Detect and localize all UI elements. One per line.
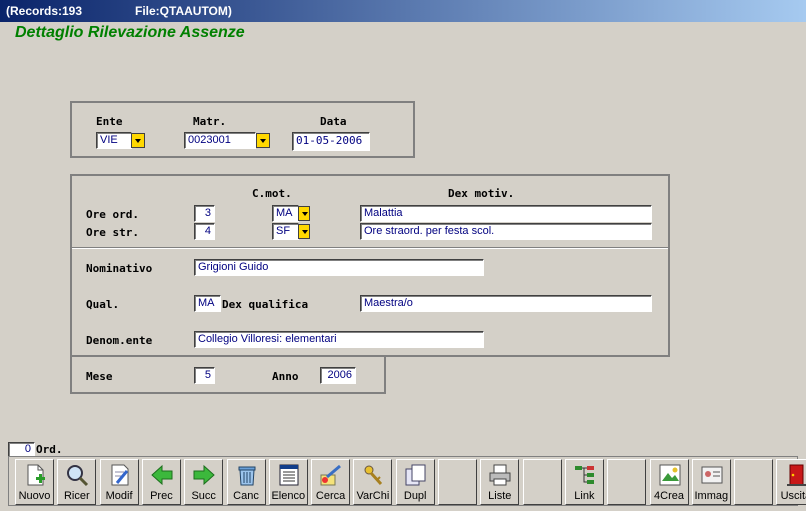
ore-str-code-select[interactable]: SF (272, 223, 299, 240)
ore-str-field[interactable]: 4 (194, 223, 215, 240)
ore-ord-field[interactable]: 3 (194, 205, 215, 222)
magnifier-icon (65, 463, 89, 487)
ore-ord-label: Ore ord. (86, 208, 139, 221)
toolbar-button-label: Elenco (271, 490, 306, 502)
toolbar-button-empty (607, 459, 647, 505)
toolbar-button-modif[interactable]: Modif (99, 459, 139, 505)
page-title: Dettaglio Rilevazione Assenze (15, 24, 245, 41)
data-field[interactable]: 01-05-2006 (292, 132, 370, 151)
ente-label: Ente (96, 115, 123, 128)
toolbar-button-link[interactable]: Link (564, 459, 604, 505)
edit-document-icon (108, 463, 132, 487)
toolbar-button-label: Ricer (63, 490, 90, 502)
file-name: File:QTAAUTOM) (135, 4, 232, 18)
dexqual-field[interactable]: Maestra/o (360, 295, 652, 312)
toolbar-button-label: 4Crea (654, 490, 684, 502)
detail-divider (72, 247, 668, 249)
toolbar-button-label: Dupl (403, 490, 427, 502)
toolbar-button-label: Succ (191, 490, 216, 502)
title-bar: (Records:193 File:QTAAUTOM) (0, 0, 806, 22)
matr-select[interactable]: 0023001 (184, 132, 256, 149)
ente-dropdown-icon[interactable] (131, 133, 145, 148)
new-document-icon (23, 463, 47, 487)
matr-dropdown-icon[interactable] (256, 133, 270, 148)
anno-field[interactable]: 2006 (320, 367, 356, 384)
toolbar-button-label: Liste (488, 490, 512, 502)
ente-select[interactable]: VIE (96, 132, 132, 149)
toolbar-button-succ[interactable]: Succ (184, 459, 224, 505)
order-label: Ord. (36, 443, 63, 456)
toolbar-button-label: Canc (233, 490, 259, 502)
keys-icon (361, 463, 385, 487)
toolbar-button-liste[interactable]: Liste (480, 459, 520, 505)
denom-ente-field[interactable]: Collegio Villoresi: elementari (194, 331, 484, 348)
toolbar-button-label: Link (574, 490, 595, 502)
arrow-left-icon (150, 463, 174, 487)
qual-field[interactable]: MA (194, 295, 221, 312)
toolbar-button-uscita[interactable]: Uscita (776, 459, 806, 505)
dexqual-label: Dex qualifica (222, 298, 309, 311)
ore-ord-code-select[interactable]: MA (272, 205, 299, 222)
duplicate-icon (404, 463, 428, 487)
toolbar-button-label: Nuovo (18, 490, 51, 502)
qual-label: Qual. (86, 298, 120, 311)
search-brush-icon (319, 463, 343, 487)
toolbar-button-canc[interactable]: Canc (226, 459, 266, 505)
anno-label: Anno (272, 370, 299, 383)
toolbar-button-dupl[interactable]: Dupl (395, 459, 435, 505)
dexmot-label: Dex motiv. (448, 187, 515, 200)
toolbar-button-label: Modif (105, 490, 133, 502)
mese-field[interactable]: 5 (194, 367, 215, 384)
toolbar-button-label: Uscita (780, 490, 806, 502)
toolbar-button-ricer[interactable]: Ricer (57, 459, 97, 505)
toolbar-button-empty (438, 459, 477, 505)
toolbar-button-nuovo[interactable]: Nuovo (15, 459, 54, 505)
ore-ord-code-dropdown-icon[interactable] (298, 206, 310, 221)
ore-str-code-dropdown-icon[interactable] (298, 224, 310, 239)
toolbar-button-label: Prec (150, 490, 173, 502)
arrow-right-icon (192, 463, 216, 487)
list-icon (277, 463, 301, 487)
image-card-icon (700, 463, 724, 487)
mese-label: Mese (86, 370, 113, 383)
records-count: (Records:193 (6, 4, 83, 18)
toolbar-button-cerca[interactable]: Cerca (311, 459, 351, 505)
create-icon (658, 463, 682, 487)
ore-str-label: Ore str. (86, 226, 139, 239)
toolbar-button-immag[interactable]: Immag (691, 459, 731, 505)
ore-ord-dex-field[interactable]: Malattia (360, 205, 652, 222)
cmot-label: C.mot. (252, 187, 292, 200)
toolbar-button-empty (522, 459, 562, 505)
toolbar-button-varchi[interactable]: VarChi (353, 459, 393, 505)
nominativo-field[interactable]: Grigioni Guido (194, 259, 484, 276)
trash-icon (235, 463, 259, 487)
toolbar-button-label: Cerca (315, 490, 346, 502)
toolbar-button-elenco[interactable]: Elenco (268, 459, 308, 505)
toolbar-button-label: Immag (694, 490, 729, 502)
toolbar-button-4crea[interactable]: 4Crea (649, 459, 689, 505)
exit-door-icon (784, 463, 806, 487)
printer-icon (488, 463, 512, 487)
ore-str-dex-field[interactable]: Ore straord. per festa scol. (360, 223, 652, 240)
nominativo-label: Nominativo (86, 262, 153, 275)
toolbar-button-prec[interactable]: Prec (141, 459, 181, 505)
toolbar-button-label: VarChi (356, 490, 390, 502)
link-tree-icon (573, 463, 597, 487)
data-label: Data (320, 115, 347, 128)
denom-ente-label: Denom.ente (86, 334, 153, 347)
toolbar-button-empty (734, 459, 774, 505)
matr-label: Matr. (193, 115, 227, 128)
